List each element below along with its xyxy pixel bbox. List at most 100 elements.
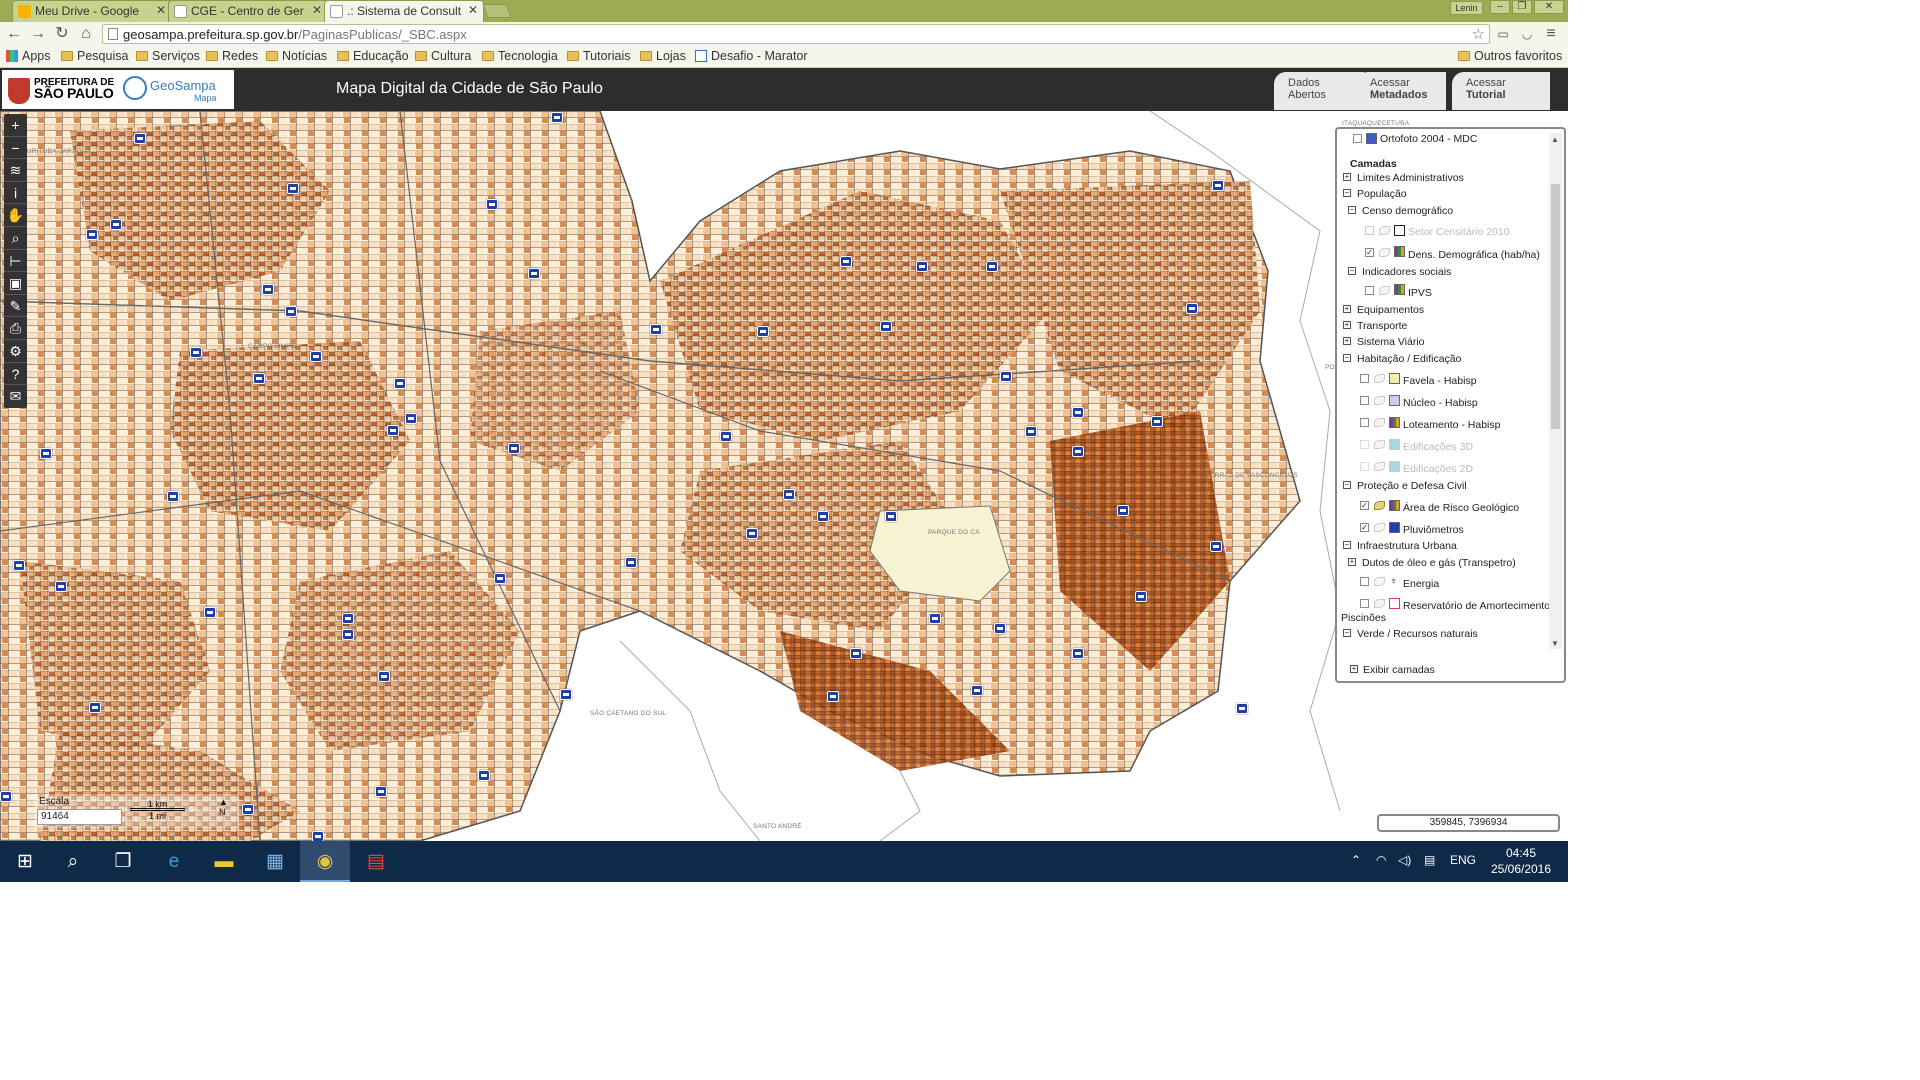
pluviometro-pin[interactable] [1025, 426, 1037, 437]
zoom-out-icon[interactable]: − [4, 137, 27, 160]
pluviometro-pin[interactable] [86, 229, 98, 240]
pluviometro-pin[interactable] [1135, 591, 1147, 602]
bookmark-lojas[interactable]: Lojas [640, 49, 686, 63]
exibir-camadas-link[interactable]: Exibir camadas [1363, 664, 1435, 676]
pluviometro-pin[interactable] [971, 685, 983, 696]
energia-checkbox[interactable] [1360, 577, 1369, 586]
expand-icon[interactable]: + [1350, 665, 1358, 673]
pluviometro-pin[interactable] [55, 581, 67, 592]
pluviometro-pin[interactable] [13, 560, 25, 571]
visibility-icon[interactable] [1374, 577, 1385, 586]
expand-icon[interactable]: + [1343, 337, 1351, 345]
pluviometro-pin[interactable] [817, 511, 829, 522]
layer-ortofoto[interactable]: Ortofoto 2004 - MDC [1380, 133, 1477, 145]
chrome-icon[interactable]: ◉ [300, 841, 350, 882]
acessar-metadados-button[interactable]: Acessar Metadados [1356, 72, 1446, 110]
new-tab-button[interactable] [482, 4, 512, 18]
dens-demografica-checkbox[interactable]: ✓ [1365, 248, 1374, 257]
pluviometro-pin[interactable] [880, 321, 892, 332]
pluviometro-pin[interactable] [494, 573, 506, 584]
layer-group-censo[interactable]: Censo demográfico [1362, 205, 1453, 217]
store-icon[interactable]: ▦ [250, 841, 300, 882]
back-icon[interactable]: ← [5, 25, 23, 43]
layer-pluviometros[interactable]: Pluviômetros [1403, 524, 1464, 536]
bookmark-star-icon[interactable]: ☆ [1472, 25, 1485, 43]
pluviometro-pin[interactable] [486, 199, 498, 210]
ipvs-checkbox[interactable] [1365, 286, 1374, 295]
pluviometro-pin[interactable] [1072, 446, 1084, 457]
tab-cge[interactable]: CGE - Centro de Ger ✕ [168, 0, 328, 22]
pluviometro-pin[interactable] [560, 689, 572, 700]
bookmark-tutoriais[interactable]: Tutoriais [567, 49, 630, 63]
bookmark-pesquisa[interactable]: Pesquisa [61, 49, 128, 63]
pluviometro-pin[interactable] [916, 261, 928, 272]
pluviometro-pin[interactable] [110, 219, 122, 230]
search-icon[interactable]: ⌕ [48, 841, 98, 882]
edificacoes-3d-checkbox[interactable] [1360, 440, 1369, 449]
pluviometro-pin[interactable] [342, 629, 354, 640]
layer-group-equipamentos[interactable]: Equipamentos [1357, 304, 1424, 316]
pluviometro-pin[interactable] [253, 373, 265, 384]
pluviometro-pin[interactable] [929, 613, 941, 624]
layer-setor-censitario[interactable]: Setor Censitário 2010 [1408, 226, 1510, 238]
pluviometro-pin[interactable] [1000, 371, 1012, 382]
bookmark-servicos[interactable]: Serviços [136, 49, 200, 63]
reload-icon[interactable]: ↻ [53, 25, 71, 43]
collapse-icon[interactable]: − [1348, 267, 1356, 275]
zoom-in-icon[interactable]: + [4, 114, 27, 137]
bookmark-cultura[interactable]: Cultura [415, 49, 471, 63]
layer-favela[interactable]: Favela - Habisp [1403, 375, 1477, 387]
visibility-icon[interactable] [1374, 440, 1385, 449]
layer-piscinoes[interactable]: Piscinões [1341, 612, 1386, 624]
pluviometro-pin[interactable] [1151, 416, 1163, 427]
close-tab-icon[interactable]: ✕ [468, 3, 478, 17]
collapse-icon[interactable]: − [1343, 189, 1351, 197]
pluviometro-pin[interactable] [885, 511, 897, 522]
collapse-icon[interactable]: − [1348, 206, 1356, 214]
visibility-icon[interactable] [1374, 374, 1385, 383]
reservatorio-checkbox[interactable] [1360, 599, 1369, 608]
collapse-icon[interactable]: − [1343, 541, 1351, 549]
clock[interactable]: 04:45 25/06/2016 [1482, 845, 1560, 877]
pluviometro-pin[interactable] [387, 425, 399, 436]
visibility-icon[interactable] [1379, 286, 1390, 295]
start-icon[interactable]: ⊞ [0, 841, 50, 882]
visibility-icon[interactable] [1374, 523, 1385, 532]
close-tab-icon[interactable]: ✕ [312, 3, 322, 17]
wifi-icon[interactable]: ◠ [1376, 853, 1386, 867]
minimize-icon[interactable]: – [1490, 0, 1510, 14]
measure-icon[interactable]: ⊢ [4, 250, 27, 273]
layer-area-risco[interactable]: Área de Risco Geológico [1403, 502, 1519, 514]
pluviometro-pin[interactable] [757, 326, 769, 337]
map-canvas[interactable]: CURITUBA-JARAGUA CAMPO LIMPO ITAQUAQUECE… [0, 111, 1568, 841]
layer-group-protecao[interactable]: Proteção e Defesa Civil [1357, 480, 1467, 492]
layers-icon[interactable]: ≋ [4, 159, 27, 182]
pluviometro-pin[interactable] [1072, 648, 1084, 659]
layer-group-dutos[interactable]: Dutos de óleo e gás (Transpetro) [1362, 557, 1516, 569]
home-icon[interactable]: ⌂ [77, 25, 95, 43]
bookmark-apps[interactable]: Apps [6, 49, 51, 63]
restore-icon[interactable]: ❐ [1512, 0, 1532, 14]
logo-area[interactable]: PREFEITURA DE SÃO PAULO GeoSampa Mapa [2, 70, 234, 109]
layer-reservatorio[interactable]: Reservatório de Amortecimento [1403, 600, 1550, 612]
page-info-icon[interactable] [108, 28, 118, 40]
expand-icon[interactable]: + [1348, 558, 1356, 566]
pluviometro-pin[interactable] [285, 306, 297, 317]
visibility-icon[interactable] [1374, 599, 1385, 608]
setor-censitario-checkbox[interactable] [1365, 226, 1374, 235]
pluviometro-pin[interactable] [190, 347, 202, 358]
pluviometro-pin[interactable] [1236, 703, 1248, 714]
pluviometro-pin[interactable] [287, 183, 299, 194]
area-risco-checkbox[interactable]: ✓ [1360, 501, 1369, 510]
layer-group-indicadores[interactable]: Indicadores sociais [1362, 266, 1451, 278]
address-bar[interactable]: geosampa.prefeitura.sp.gov.br/PaginasPub… [102, 24, 1490, 44]
bookmark-noticias[interactable]: Notícias [266, 49, 327, 63]
layer-group-limites[interactable]: Limites Administrativos [1357, 172, 1464, 184]
layer-dens-demografica[interactable]: Dens. Demográfica (hab/ha) [1408, 249, 1540, 261]
pluviometro-pin[interactable] [312, 831, 324, 841]
pluviometro-pin[interactable] [405, 413, 417, 424]
pluviometro-pin[interactable] [134, 133, 146, 144]
visibility-icon[interactable] [1374, 501, 1385, 510]
collapse-icon[interactable]: − [1343, 481, 1351, 489]
expand-icon[interactable]: + [1343, 321, 1351, 329]
